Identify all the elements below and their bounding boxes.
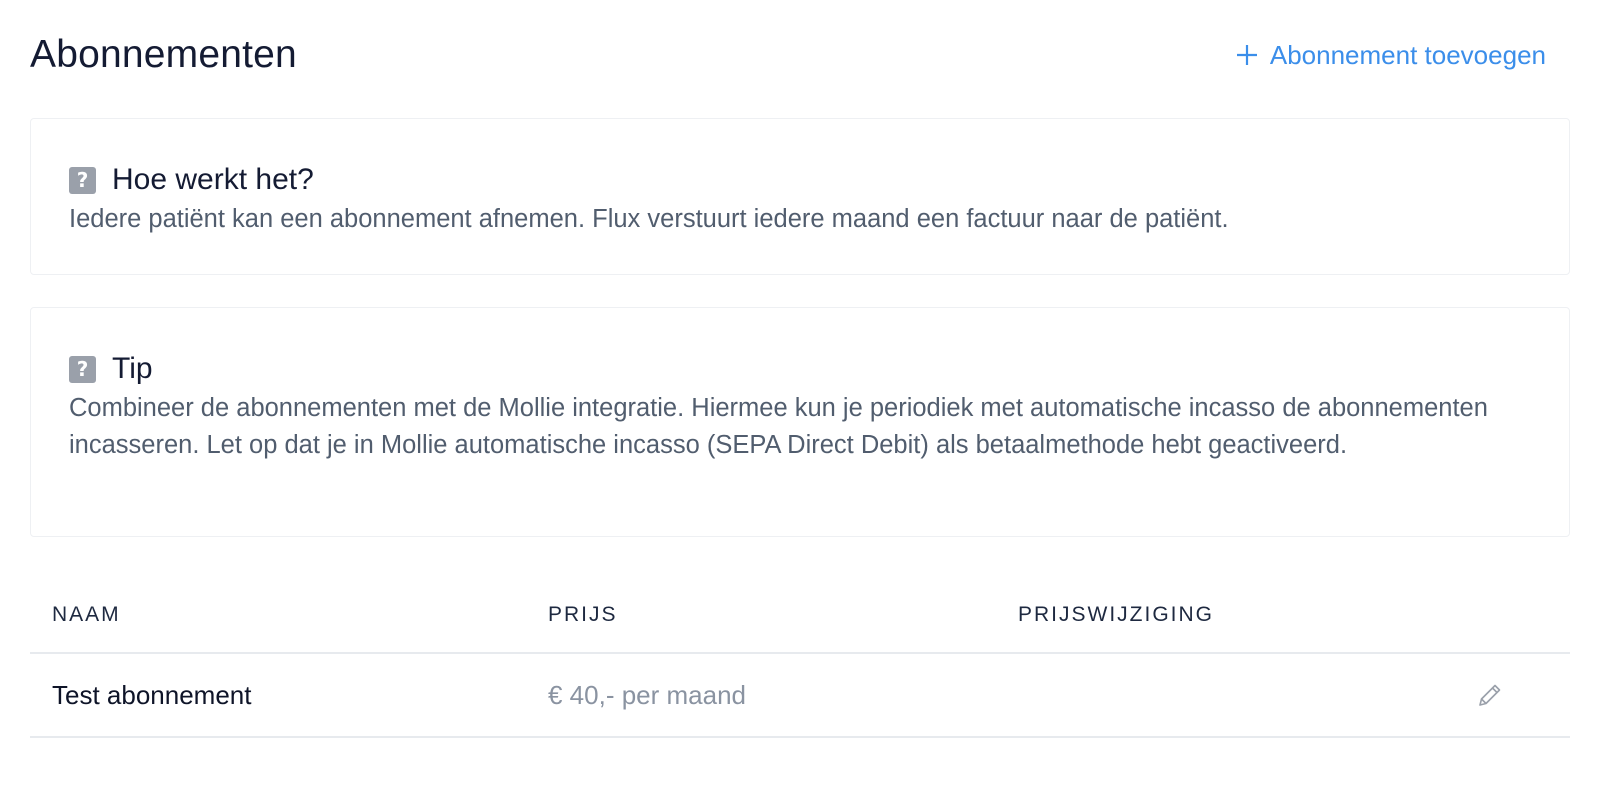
- info-card-title: Hoe werkt het?: [112, 163, 314, 196]
- plus-icon: [1236, 45, 1257, 65]
- subscriptions-page: Abonnementen Abonnement toevoegen ? Hoe …: [0, 0, 1600, 793]
- page-title: Abonnementen: [30, 33, 297, 76]
- info-card-text: Iedere patiënt kan een abonnement afneme…: [69, 205, 1229, 233]
- column-header-name: NAAM: [52, 602, 121, 626]
- info-card-heading: ? Hoe werkt het?: [69, 161, 1531, 199]
- edit-subscription-button[interactable]: [1470, 675, 1510, 715]
- table-row[interactable]: Test abonnement € 40,- per maand: [30, 654, 1570, 738]
- column-header-price: PRIJS: [548, 602, 618, 626]
- pencil-icon: [1479, 684, 1501, 706]
- info-card-title: Tip: [112, 352, 153, 385]
- question-icon: ?: [69, 166, 96, 194]
- question-icon: ?: [69, 355, 96, 383]
- info-card-text: Combineer de abonnementen met de Mollie …: [69, 394, 1488, 459]
- info-card-tip: ? Tip Combineer de abonnementen met de M…: [30, 307, 1570, 537]
- add-subscription-button[interactable]: Abonnement toevoegen: [1236, 40, 1546, 71]
- subscriptions-table: NAAM PRIJS PRIJSWIJZIGING Test abonnemen…: [30, 577, 1570, 738]
- column-header-price-change: PRIJSWIJZIGING: [1018, 602, 1214, 626]
- subscription-price: € 40,- per maand: [548, 679, 747, 710]
- info-card-how-it-works: ? Hoe werkt het? Iedere patiënt kan een …: [30, 118, 1570, 275]
- page-header: Abonnementen Abonnement toevoegen: [30, 0, 1570, 110]
- subscription-name: Test abonnement: [52, 679, 252, 710]
- add-subscription-label: Abonnement toevoegen: [1269, 39, 1546, 70]
- table-header: NAAM PRIJS PRIJSWIJZIGING: [30, 577, 1570, 654]
- info-card-heading: ? Tip: [69, 350, 1531, 388]
